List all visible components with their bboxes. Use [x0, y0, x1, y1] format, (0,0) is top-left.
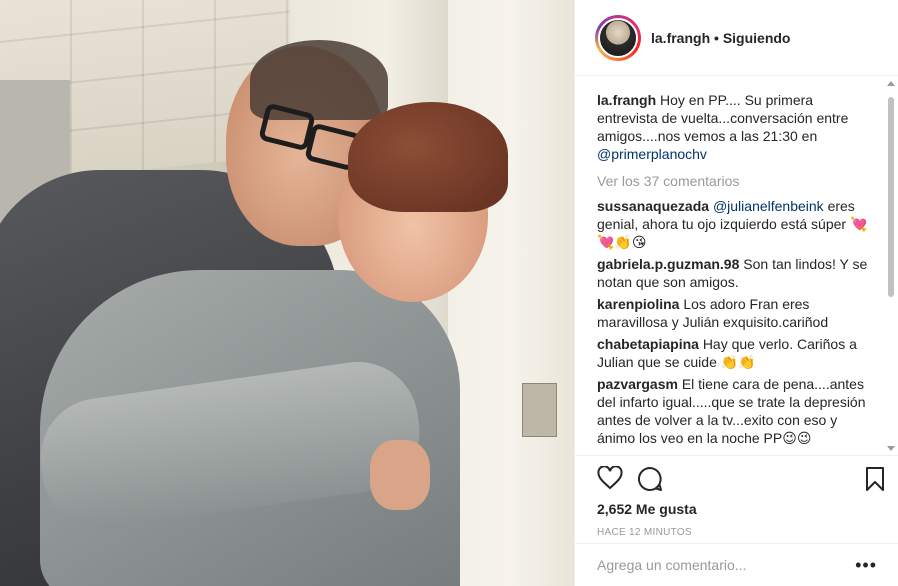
caption-username[interactable]: la.frangh	[597, 92, 656, 108]
comment-item: sussanaquezada @julianelfenbeink eres ge…	[597, 197, 871, 251]
comment-username[interactable]: karenpiolina	[597, 296, 679, 312]
likes-count[interactable]: 2,652 Me gusta	[597, 501, 877, 517]
bookmark-icon[interactable]	[865, 466, 885, 492]
comment-item: karenpiolina Los adoro Fran eres maravil…	[597, 295, 871, 331]
post-header: la.frangh • Siguiendo	[575, 0, 898, 76]
comment-username[interactable]: pazvargasm	[597, 376, 678, 392]
comment-item: pazvargasm El tiene cara de pena....ante…	[597, 375, 871, 447]
comment-item: gabriela.p.guzman.98 Son tan lindos! Y s…	[597, 255, 871, 291]
comment-username[interactable]: chabetapiapina	[597, 336, 699, 352]
post-timestamp[interactable]: HACE 12 MINUTOS	[597, 527, 877, 538]
header-separator: •	[710, 29, 723, 46]
add-comment-bar: •••	[575, 543, 898, 586]
photo-pillar	[448, 0, 574, 586]
heart-icon[interactable]	[597, 466, 623, 490]
avatar[interactable]	[598, 17, 638, 58]
caption-mention[interactable]: @primerplanochv	[597, 146, 707, 162]
comment-bubble-icon[interactable]	[637, 466, 663, 492]
follow-button[interactable]: Siguiendo	[723, 30, 791, 46]
post-side-panel: la.frangh • Siguiendo la.frangh Hoy en P…	[574, 0, 898, 586]
photo-man-hand	[370, 440, 430, 510]
comments-list[interactable]: la.frangh Hoy en PP.... Su primera entre…	[575, 77, 898, 455]
header-text: la.frangh • Siguiendo	[651, 30, 790, 46]
comment-username[interactable]: sussanaquezada	[597, 198, 709, 214]
scroll-up-arrow-icon[interactable]	[887, 81, 895, 86]
scroll-down-arrow-icon[interactable]	[887, 446, 895, 451]
view-all-comments[interactable]: Ver los 37 comentarios	[597, 173, 871, 189]
photo-woman-hair	[348, 102, 508, 212]
comment-input[interactable]	[597, 557, 856, 573]
more-options-icon[interactable]: •••	[855, 555, 877, 576]
post-caption: la.frangh Hoy en PP.... Su primera entre…	[597, 91, 871, 163]
post-photo[interactable]	[0, 0, 574, 586]
photo-light-switch	[522, 383, 557, 437]
post-actions: 2,652 Me gusta HACE 12 MINUTOS	[575, 455, 898, 541]
comment-item: chabetapiapina Hay que verlo. Cariños a …	[597, 335, 871, 371]
comments-scrollbar[interactable]	[886, 79, 896, 455]
comment-username[interactable]: gabriela.p.guzman.98	[597, 256, 739, 272]
comment-mention[interactable]: @julianelfenbeink	[713, 198, 824, 214]
story-ring[interactable]	[595, 14, 641, 61]
scroll-thumb[interactable]	[888, 97, 894, 297]
header-username[interactable]: la.frangh	[651, 30, 710, 46]
instagram-post: la.frangh • Siguiendo la.frangh Hoy en P…	[0, 0, 898, 586]
action-icons	[597, 456, 884, 500]
